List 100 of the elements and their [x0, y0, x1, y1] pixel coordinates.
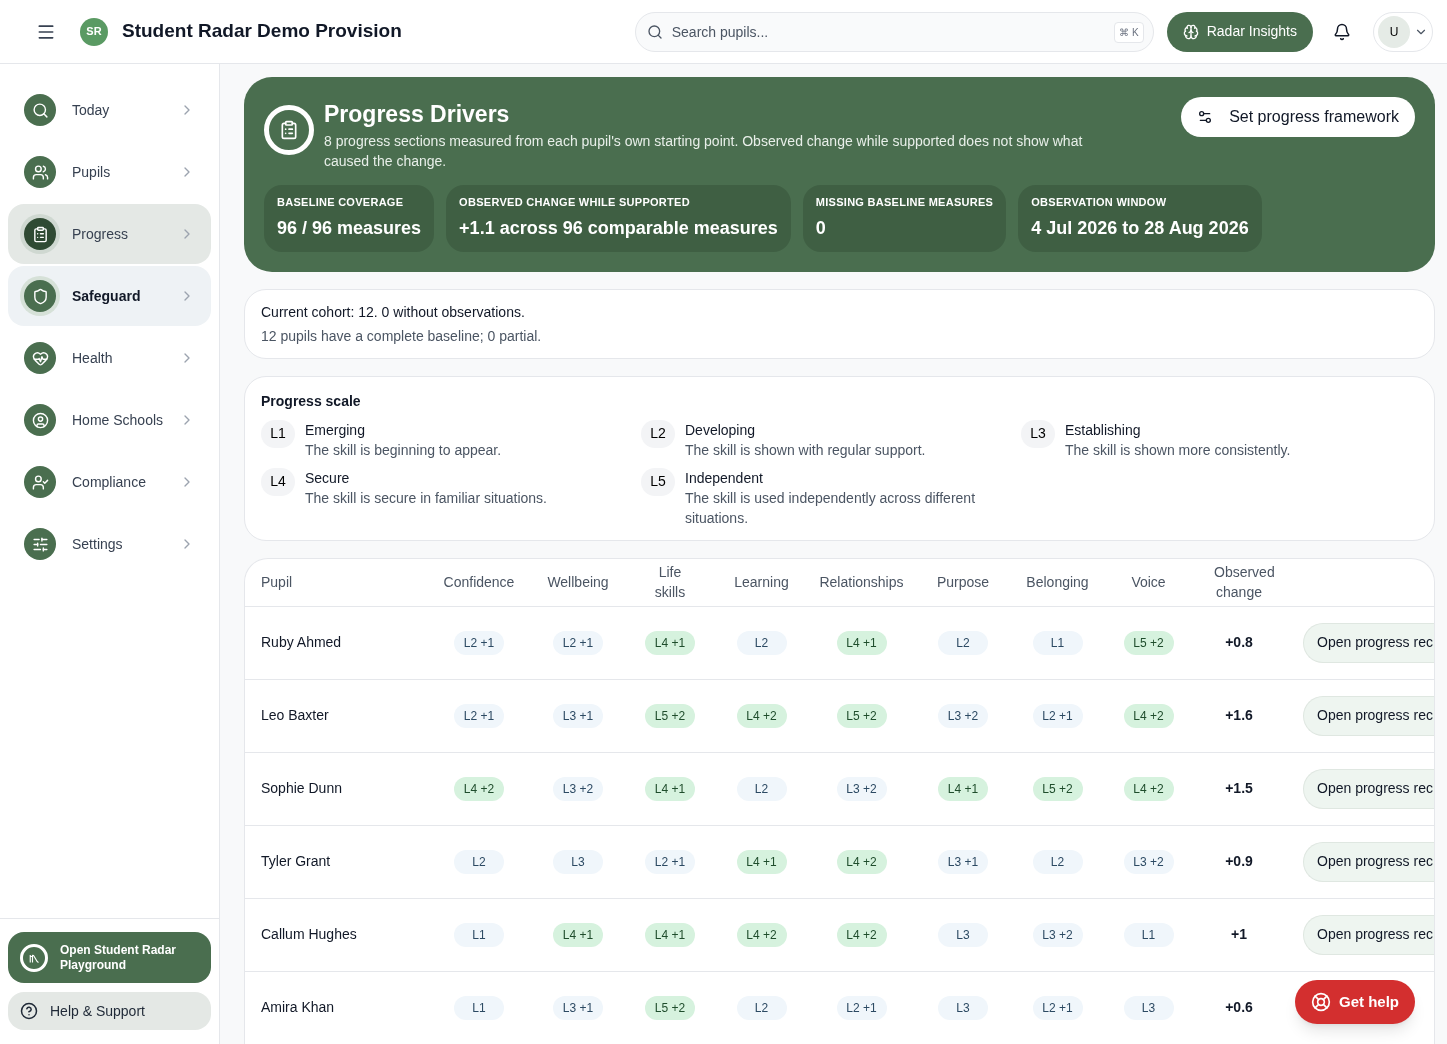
level-name: Establishing: [1065, 420, 1142, 440]
level-badge: L4 +1: [836, 630, 887, 655]
column-header: Wellbeing: [546, 573, 610, 592]
shield-icon: [24, 280, 56, 312]
get-help-button[interactable]: Get help: [1295, 980, 1415, 1024]
observed-change: +1.5: [1224, 779, 1254, 798]
level-badge: L4 +2: [1123, 776, 1174, 801]
slide-icon: [20, 943, 48, 972]
level-badge: L2: [736, 776, 787, 801]
level-badge: L4 +1: [736, 849, 787, 874]
level-badge: L3 +2: [938, 703, 988, 728]
logo: SR: [80, 17, 108, 46]
pupil-name: Ruby Ahmed: [261, 633, 343, 652]
level-badge: L4 +2: [836, 922, 887, 947]
playground-button[interactable]: Open Student Radar Playground: [8, 932, 211, 983]
level-description: The skill is shown more consistently.: [1065, 440, 1291, 460]
scale-title: Progress scale: [261, 391, 362, 411]
baseline-summary: 12 pupils have a complete baseline; 0 partial.: [261, 326, 543, 346]
column-header: Observed change: [1213, 563, 1276, 602]
stat-value: 96 / 96 measures: [277, 216, 422, 240]
level-badge: L2 +1: [454, 703, 504, 728]
level-name: Secure: [305, 468, 351, 488]
level-badge: L3 +2: [553, 776, 603, 801]
radar-insights-button[interactable]: Radar Insights: [1166, 11, 1313, 52]
help-icon: [20, 1002, 38, 1020]
level-description: The skill is shown with regular support.: [685, 440, 926, 460]
sidebar-item[interactable]: Today: [8, 80, 211, 140]
brain-icon: [1182, 23, 1199, 40]
open-record-button[interactable]: Open progress rec: [1303, 622, 1434, 663]
level-badge: L5 +2: [836, 703, 887, 728]
sliders-icon: [24, 528, 56, 560]
help-support-button[interactable]: Help & Support: [8, 992, 211, 1030]
sidebar-item[interactable]: Health: [8, 328, 211, 388]
search-icon: [24, 94, 56, 126]
level-badge: L3: [553, 849, 603, 874]
pupil-name: Sophie Dunn: [261, 779, 343, 798]
level-badge: L3 +2: [836, 776, 887, 801]
user-check-icon: [24, 466, 56, 498]
level-description: The skill is beginning to appear.: [305, 440, 502, 460]
clipboard-icon: [264, 105, 314, 155]
avatar: U: [1378, 15, 1410, 48]
level-badge: L5 +2: [645, 995, 695, 1020]
open-record-button[interactable]: Open progress rec: [1303, 768, 1434, 809]
pupil-name: Leo Baxter: [261, 706, 330, 725]
level-badge: L3 +1: [553, 703, 603, 728]
observed-change: +0.9: [1224, 852, 1254, 871]
sidebar-item[interactable]: Settings: [8, 514, 211, 574]
open-record-button[interactable]: Open progress rec: [1303, 841, 1434, 882]
observed-change: +0.8: [1224, 633, 1254, 652]
level-badge: L3 +2: [1032, 922, 1083, 947]
sliders-icon: [1197, 109, 1214, 125]
level-badge: L2: [736, 630, 787, 655]
sidebar-item[interactable]: Home Schools: [8, 390, 211, 450]
column-header: Relationships: [818, 573, 905, 592]
level-badge: L2 +1: [645, 849, 695, 874]
level-badge: L4 +2: [736, 922, 787, 947]
notifications-icon[interactable]: [1333, 22, 1351, 41]
hero-title: Progress Drivers: [324, 100, 511, 129]
sidebar-item[interactable]: Safeguard: [8, 266, 211, 326]
pupil-name: Amira Khan: [261, 998, 336, 1017]
level-badge: L4 +2: [736, 703, 787, 728]
level-code: L1: [261, 419, 295, 448]
level-badge: L2: [938, 630, 988, 655]
lifebuoy-icon: [1311, 992, 1331, 1012]
level-badge: L3: [1123, 995, 1174, 1020]
clipboard-icon: [24, 218, 56, 250]
observed-change: +1.6: [1224, 706, 1254, 725]
level-badge: L2 +1: [836, 995, 887, 1020]
sidebar-item[interactable]: Progress: [8, 204, 211, 264]
stat-label: OBSERVATION WINDOW: [1031, 195, 1168, 210]
shortcut-key: ⌘ K: [1114, 21, 1144, 43]
level-badge: L3: [938, 922, 988, 947]
open-record-button[interactable]: Open progress rec: [1303, 914, 1434, 955]
level-badge: L3: [938, 995, 988, 1020]
set-framework-button[interactable]: Set progress framework: [1181, 97, 1415, 137]
cohort-summary: Current cohort: 12. 0 without observations.: [261, 302, 526, 322]
heart-pulse-icon: [24, 342, 56, 374]
sidebar-item[interactable]: Compliance: [8, 452, 211, 512]
people-icon: [24, 156, 56, 188]
level-badge: L5 +2: [1123, 630, 1174, 655]
level-badge: L3 +1: [938, 849, 988, 874]
stat-label: OBSERVED CHANGE WHILE SUPPORTED: [459, 195, 691, 210]
level-badge: L4 +2: [1123, 703, 1174, 728]
search-icon: [646, 23, 663, 40]
level-badge: L3 +1: [553, 995, 603, 1020]
column-header: Confidence: [442, 573, 516, 592]
level-description: The skill is secure in familiar situations.: [305, 488, 547, 508]
stat-label: BASELINE COVERAGE: [277, 195, 405, 210]
level-name: Developing: [685, 420, 757, 440]
observed-change: +1: [1230, 925, 1248, 944]
sidebar-item[interactable]: Pupils: [8, 142, 211, 202]
column-header: Pupil: [261, 573, 294, 592]
level-badge: L1: [1032, 630, 1083, 655]
level-badge: L1: [454, 995, 504, 1020]
column-header: Voice: [1130, 573, 1167, 592]
level-badge: L2: [454, 849, 504, 874]
pupil-name: Tyler Grant: [261, 852, 332, 871]
hero-description: 8 progress sections measured from each pupil's own starting point. Observed change while supported does not show what caused the change.: [324, 132, 1084, 171]
open-record-button[interactable]: Open progress rec: [1303, 695, 1434, 736]
level-badge: L4 +1: [938, 776, 988, 801]
